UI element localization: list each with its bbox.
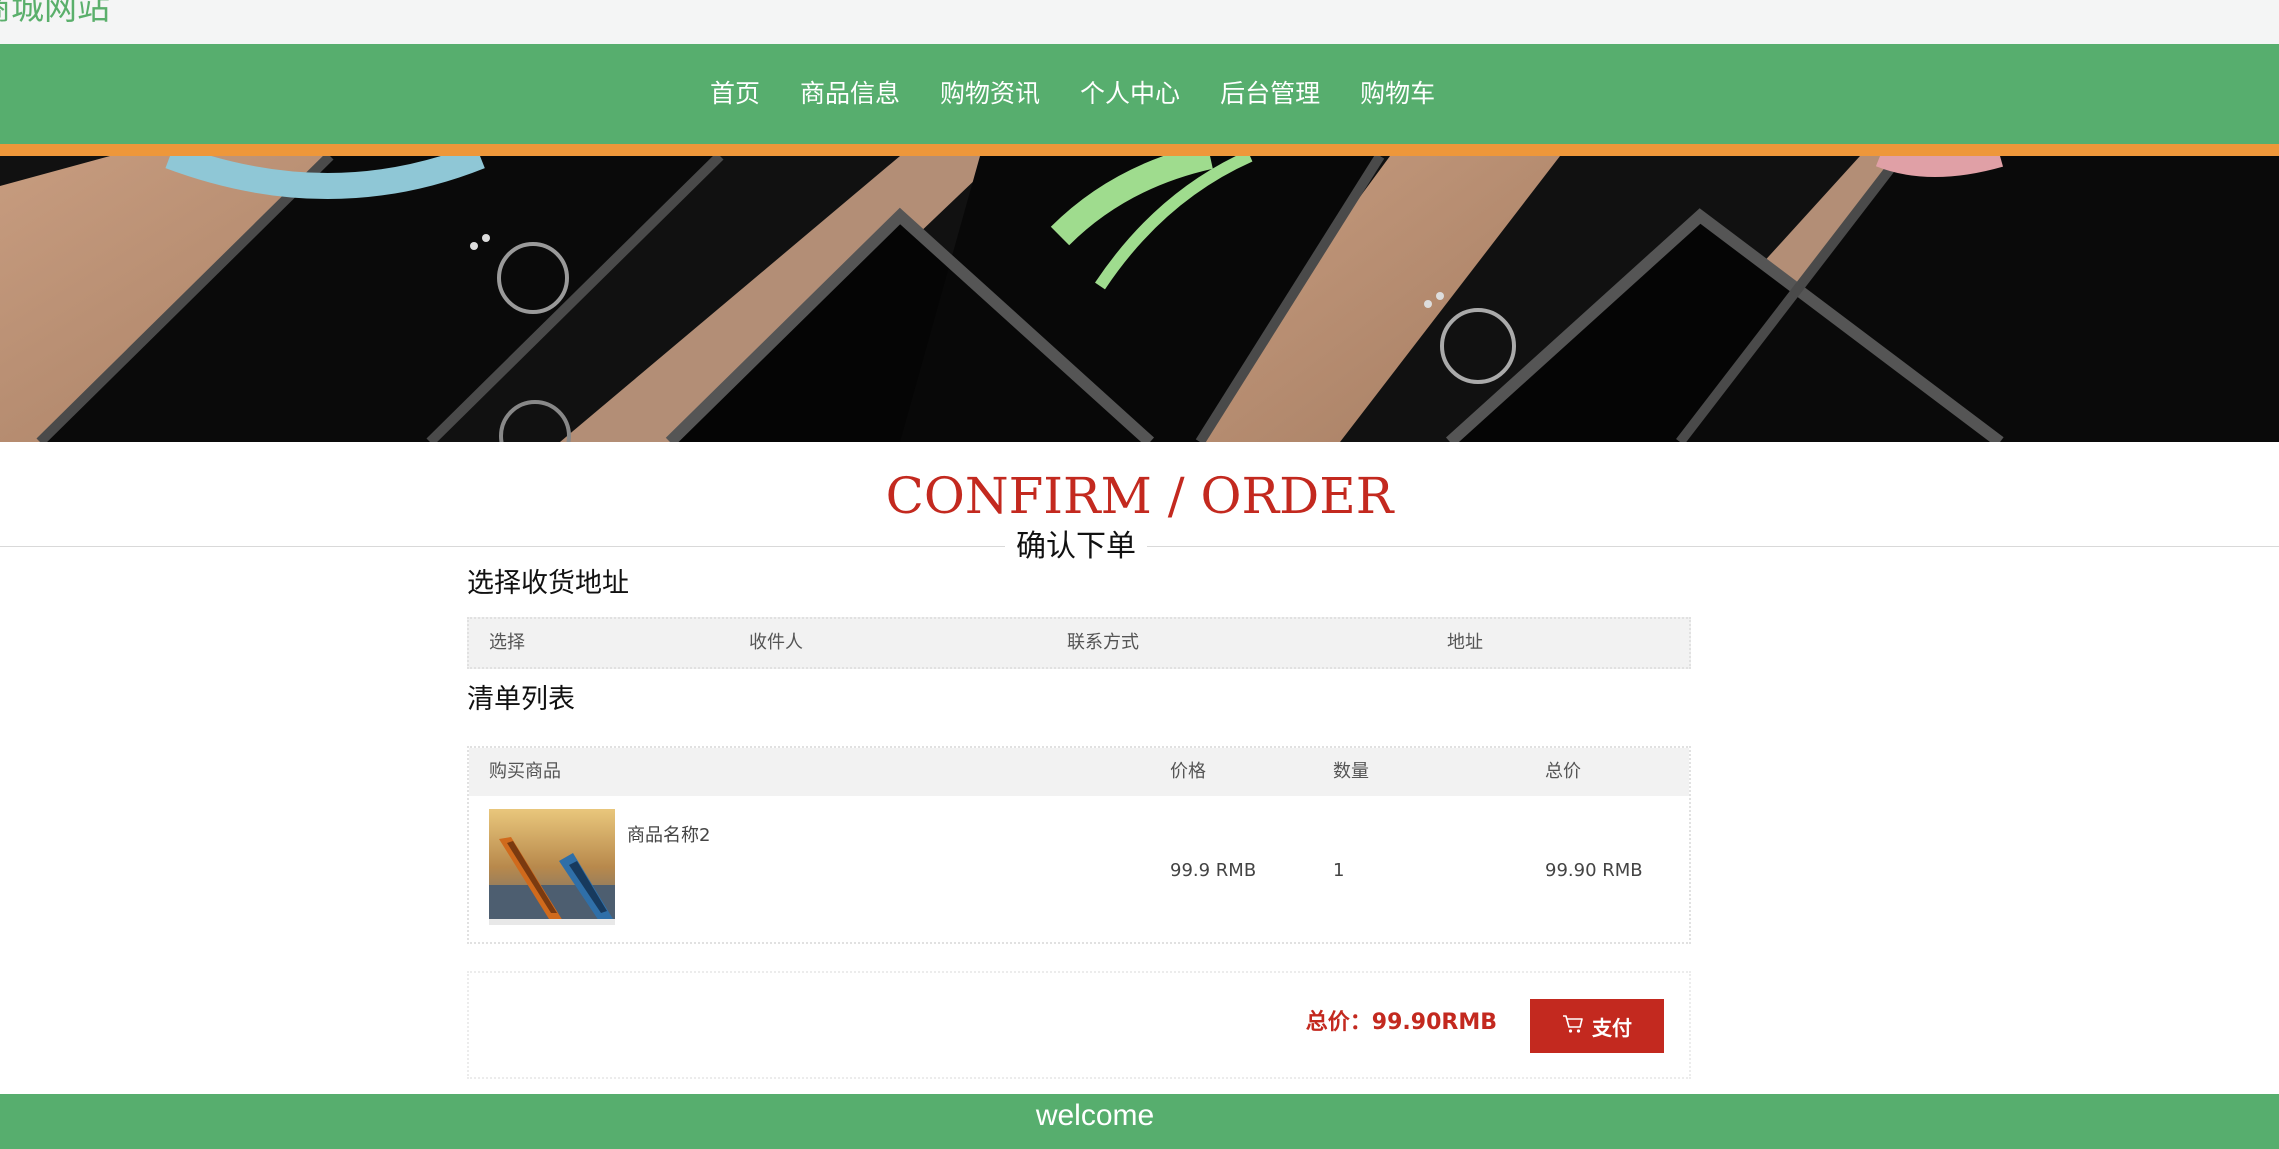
items-section-title: 清单列表 [467, 684, 575, 715]
items-table-header: 购买商品 价格 数量 总价 [469, 748, 1689, 796]
product-quantity: 1 [1333, 860, 1345, 881]
site-title: 商城网站 [0, 0, 110, 27]
items-col-price: 价格 [1170, 761, 1206, 782]
kayak-image [489, 809, 615, 925]
nav-item-profile[interactable]: 个人中心 [1080, 44, 1180, 144]
pay-button-label: 支付 [1592, 1015, 1632, 1040]
banner-phones-illustration [0, 156, 2279, 442]
shopping-cart-icon [1562, 1014, 1584, 1039]
nav-items: 首页 商品信息 购物资讯 个人中心 后台管理 购物车 [710, 44, 1475, 144]
address-col-address: 地址 [1447, 632, 1483, 653]
address-section-title: 选择收货地址 [467, 568, 629, 599]
product-name[interactable]: 商品名称2 [627, 821, 710, 847]
nav-item-cart[interactable]: 购物车 [1360, 44, 1435, 144]
top-bar: 商城网站 [0, 0, 2279, 44]
nav-item-home[interactable]: 首页 [710, 44, 760, 144]
items-col-total: 总价 [1545, 761, 1581, 782]
items-table: 购买商品 价格 数量 总价 商品名称2 99.9 RMB 1 99.90 RMB [467, 746, 1691, 944]
items-col-product: 购买商品 [489, 761, 561, 782]
product-thumbnail[interactable] [489, 809, 615, 925]
address-col-contact: 联系方式 [1067, 632, 1139, 653]
payment-box: 总价：99.90RMB 支付 [467, 971, 1691, 1079]
pay-button[interactable]: 支付 [1530, 999, 1664, 1053]
main-nav: 首页 商品信息 购物资讯 个人中心 后台管理 购物车 [0, 44, 2279, 144]
footer: welcome [0, 1094, 2279, 1149]
address-table: 选择 收件人 联系方式 地址 [467, 617, 1691, 669]
order-total: 总价：99.90RMB [1305, 1010, 1497, 1035]
banner-image [0, 156, 2279, 442]
nav-accent-stripe [0, 144, 2279, 156]
product-total: 99.90 RMB [1545, 860, 1643, 881]
page-title-cn: 确认下单 [1005, 526, 1147, 568]
page-title-en: CONFIRM / ORDER [885, 467, 1394, 525]
nav-item-admin[interactable]: 后台管理 [1220, 44, 1320, 144]
address-col-select: 选择 [489, 632, 525, 653]
address-col-recipient: 收件人 [749, 632, 803, 653]
footer-text: welcome [1035, 1099, 1155, 1132]
nav-item-products[interactable]: 商品信息 [800, 44, 900, 144]
product-price: 99.9 RMB [1170, 860, 1257, 881]
table-row: 商品名称2 99.9 RMB 1 99.90 RMB [469, 796, 1689, 942]
nav-item-news[interactable]: 购物资讯 [940, 44, 1040, 144]
items-col-quantity: 数量 [1333, 761, 1369, 782]
